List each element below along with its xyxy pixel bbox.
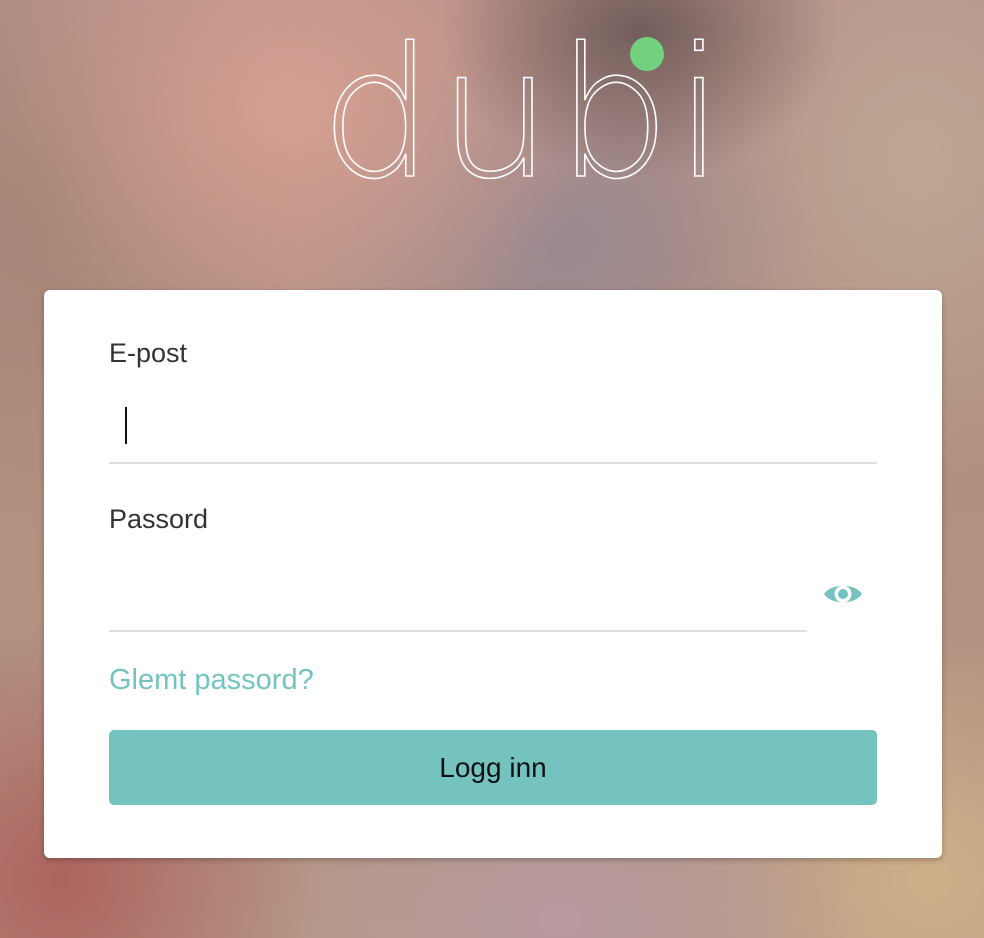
password-field[interactable]: [109, 562, 807, 632]
login-card: E-post Passord Glemt passord? Logg inn: [44, 290, 942, 858]
password-label: Passord: [109, 504, 209, 534]
logo-wordmark: dubi: [319, 10, 729, 219]
eye-icon[interactable]: [822, 577, 864, 611]
logo-dot: [630, 37, 664, 71]
forgot-password-link[interactable]: Glemt passord?: [109, 664, 314, 697]
login-button[interactable]: Logg inn: [109, 730, 877, 805]
email-field[interactable]: [109, 396, 877, 464]
dubi-logo: dubi: [319, 24, 725, 206]
email-label: E-post: [109, 338, 188, 368]
text-caret: [125, 407, 127, 444]
